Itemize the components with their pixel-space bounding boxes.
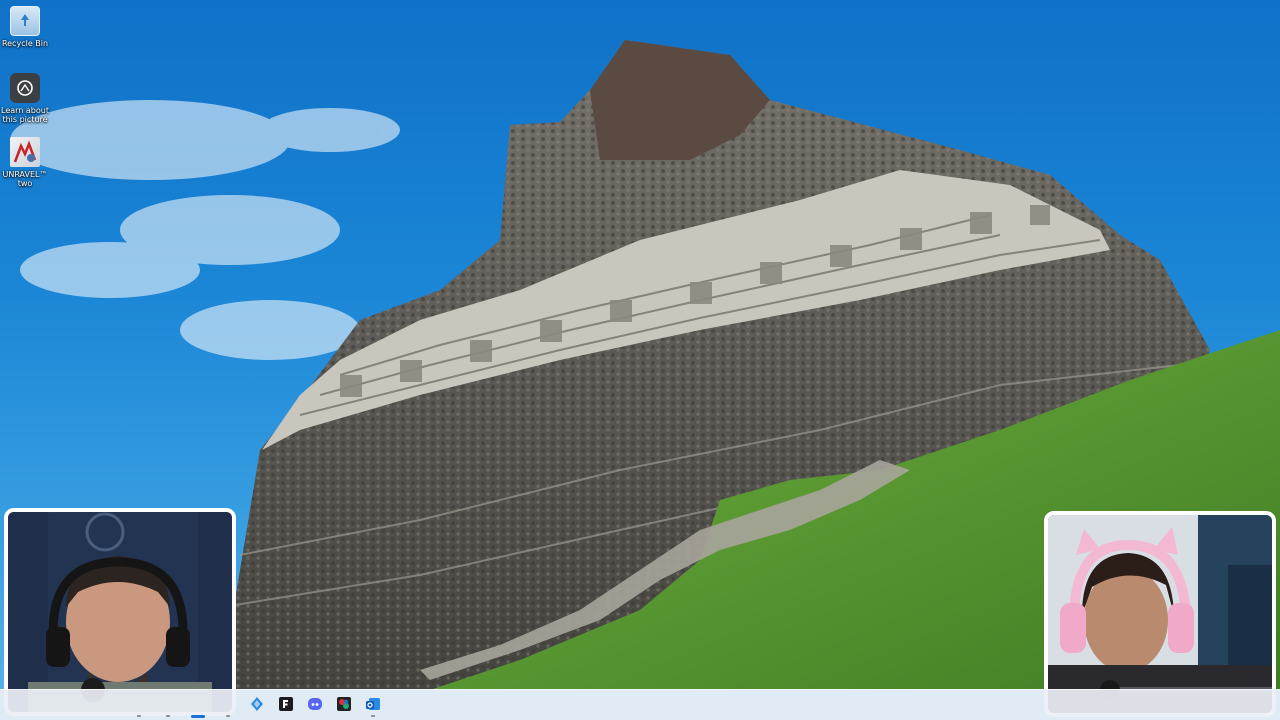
- mail-app-icon: [249, 696, 265, 716]
- desktop-icon-label: Learn about this picture: [1, 106, 49, 124]
- taskbar-running-indicator: [226, 715, 230, 717]
- taskbar-app-mail[interactable]: [245, 694, 269, 718]
- desktop-icon-label: Recycle Bin: [1, 39, 49, 48]
- outlook-icon: [365, 696, 381, 716]
- discord-icon: [307, 696, 323, 716]
- epic-games-icon: [278, 696, 294, 716]
- taskbar-running-indicator: [166, 715, 170, 717]
- webcam-right-feed: [1048, 515, 1272, 713]
- desktop-icon-recycle-bin[interactable]: Recycle Bin: [0, 6, 50, 48]
- webcam-left: [4, 508, 236, 716]
- photo-editor-icon: [336, 696, 352, 716]
- taskbar-running-indicator: [371, 715, 375, 717]
- desktop-icon-label: UNRAVEL™ two: [2, 170, 48, 188]
- taskbar-active-indicator: [191, 715, 205, 718]
- taskbar-running-indicator: [137, 715, 141, 717]
- taskbar-app-photo-editor[interactable]: [332, 694, 356, 718]
- webcam-right: [1044, 511, 1276, 717]
- taskbar-app-epic-games[interactable]: [274, 694, 298, 718]
- desktop-icon-unravel-two[interactable]: UNRAVEL™ two: [0, 137, 50, 188]
- taskbar-app-discord[interactable]: [303, 694, 327, 718]
- camera-info-icon: [10, 73, 40, 103]
- recycle-bin-icon: [10, 6, 40, 36]
- unravel-game-icon: [10, 137, 40, 167]
- desktop-icon-learn-about-picture[interactable]: Learn about this picture: [0, 73, 50, 124]
- webcam-left-feed: [8, 512, 232, 712]
